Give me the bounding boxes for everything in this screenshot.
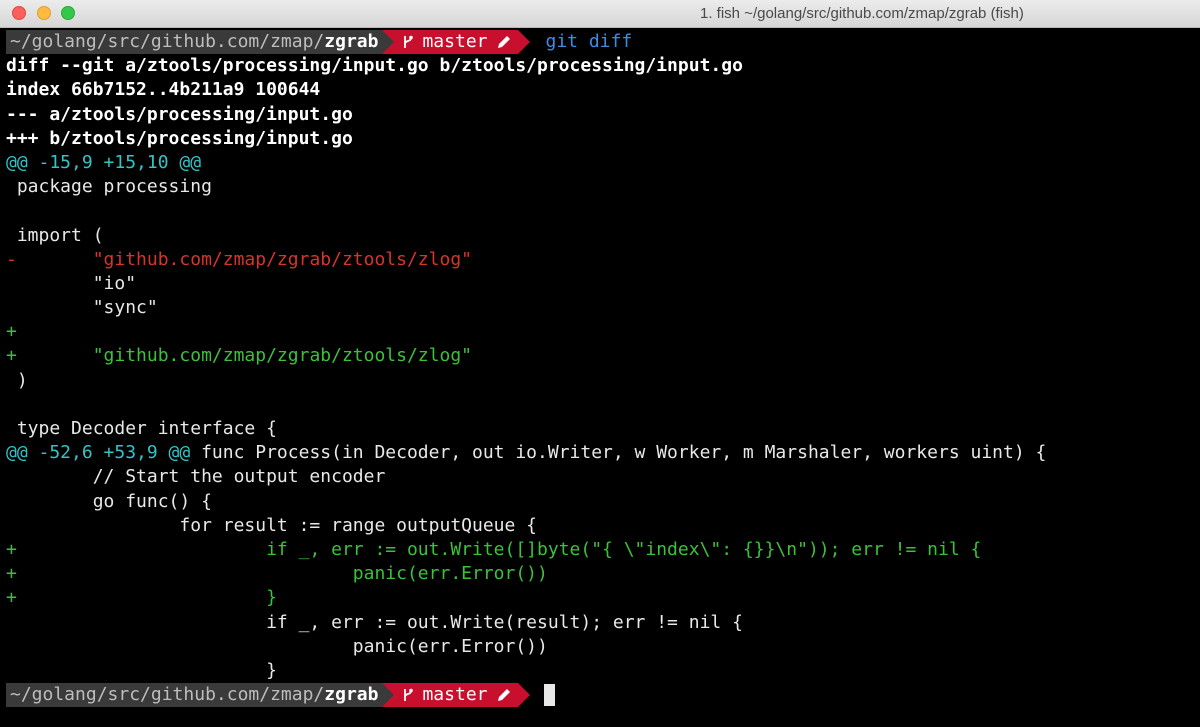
added-text: "github.com/zmap/zgrab/ztools/zlog" xyxy=(16,345,472,367)
diff-output: diff --git a/ztools/processing/input.go … xyxy=(6,54,1196,683)
context-text: // Start the output encoder xyxy=(6,466,386,488)
title-bar[interactable]: 1. fish ~/golang/src/github.com/zmap/zgr… xyxy=(0,0,1200,28)
context-text: panic(err.Error()) xyxy=(6,635,548,657)
removed-text: "github.com/zmap/zgrab/ztools/zlog" xyxy=(16,248,472,270)
git-branch-icon xyxy=(404,688,414,702)
git-branch-icon xyxy=(404,35,414,49)
path-prefix: ~/golang/src/github.com/zmap/ xyxy=(10,684,325,706)
prompt-path: ~/golang/src/github.com/zmap/zgrab xyxy=(6,30,383,55)
prompt-line: ~/golang/src/github.com/zmap/zgrab maste… xyxy=(6,683,1196,708)
diff-line-context xyxy=(6,199,1196,223)
current-dir: zgrab xyxy=(324,31,379,53)
diff-line-context: panic(err.Error()) xyxy=(6,635,1196,659)
diff-line-context: type Decoder interface { xyxy=(6,417,1196,441)
powerline-separator xyxy=(517,683,530,708)
terminal-cursor xyxy=(543,684,555,707)
diff-line-header: +++ b/ztools/processing/input.go xyxy=(6,127,1196,151)
context-text: } xyxy=(6,659,277,681)
added-text: panic(err.Error()) xyxy=(16,563,548,585)
diff-line-header: diff --git a/ztools/processing/input.go … xyxy=(6,54,1196,78)
added-marker: + xyxy=(6,538,17,560)
context-text: if _, err := out.Write(result); err != n… xyxy=(6,611,743,633)
diff-line-context: for result := range outputQueue { xyxy=(6,514,1196,538)
diff-line-added: + "github.com/zmap/zgrab/ztools/zlog" xyxy=(6,344,1196,368)
diff-line-added: + panic(err.Error()) xyxy=(6,562,1196,586)
powerline-separator xyxy=(382,30,395,55)
diff-line-added: + if _, err := out.Write([]byte("{ \"ind… xyxy=(6,538,1196,562)
diff-line-context: go func() { xyxy=(6,490,1196,514)
pencil-icon xyxy=(497,36,510,49)
added-text: if _, err := out.Write([]byte("{ \"index… xyxy=(16,538,982,560)
context-text: package processing xyxy=(6,176,212,198)
removed-marker: - xyxy=(6,248,17,270)
added-marker: + xyxy=(6,321,17,343)
current-dir: zgrab xyxy=(324,684,379,706)
branch-name: master xyxy=(422,31,488,53)
diff-line-context: "sync" xyxy=(6,296,1196,320)
diff-line-header: --- a/ztools/processing/input.go xyxy=(6,103,1196,127)
powerline-separator xyxy=(517,30,530,55)
terminal-output[interactable]: ~/golang/src/github.com/zmap/zgrab maste… xyxy=(6,30,1196,727)
diff-line-context: } xyxy=(6,659,1196,683)
added-marker: + xyxy=(6,587,17,609)
diff-line-context: package processing xyxy=(6,175,1196,199)
git-segment: master xyxy=(394,30,518,55)
context-text: go func() { xyxy=(6,490,212,512)
diff-line-context: "io" xyxy=(6,272,1196,296)
powerline-separator xyxy=(382,683,395,708)
diff-line-context: ) xyxy=(6,369,1196,393)
diff-line-added: + xyxy=(6,320,1196,344)
diff-line-context xyxy=(6,393,1196,417)
context-text: import ( xyxy=(6,224,104,246)
diff-header-text: --- a/ztools/processing/input.go xyxy=(6,103,353,125)
diff-header-text: diff --git a/ztools/processing/input.go … xyxy=(6,55,743,77)
branch-name: master xyxy=(422,684,488,706)
added-text: } xyxy=(16,587,277,609)
context-text: "io" xyxy=(6,272,137,294)
prompt-line: ~/golang/src/github.com/zmap/zgrab maste… xyxy=(6,30,1196,55)
context-text: type Decoder interface { xyxy=(6,418,277,439)
context-text: "sync" xyxy=(6,297,158,319)
added-marker: + xyxy=(6,563,17,585)
pencil-icon xyxy=(497,689,510,702)
diff-line-context: import ( xyxy=(6,224,1196,248)
diff-header-text: +++ b/ztools/processing/input.go xyxy=(6,127,353,149)
path-prefix: ~/golang/src/github.com/zmap/ xyxy=(10,31,325,53)
diff-header-text: index 66b7152..4b211a9 100644 xyxy=(6,79,321,101)
diff-line-hunk: @@ -52,6 +53,9 @@ func Process(in Decode… xyxy=(6,441,1196,465)
diff-line-added: + } xyxy=(6,586,1196,610)
diff-line-context: // Start the output encoder xyxy=(6,465,1196,489)
context-text: ) xyxy=(6,369,28,391)
command-text: git diff xyxy=(545,31,633,52)
context-text: for result := range outputQueue { xyxy=(6,514,538,536)
minimize-button[interactable] xyxy=(37,6,51,20)
window-title: 1. fish ~/golang/src/github.com/zmap/zgr… xyxy=(700,5,1024,22)
maximize-button[interactable] xyxy=(61,6,75,20)
diff-line-removed: - "github.com/zmap/zgrab/ztools/zlog" xyxy=(6,248,1196,272)
diff-line-hunk: @@ -15,9 +15,10 @@ xyxy=(6,151,1196,175)
hunk-header: @@ -15,9 +15,10 @@ xyxy=(6,151,202,173)
prompt-path: ~/golang/src/github.com/zmap/zgrab xyxy=(6,683,383,708)
hunk-header: @@ -52,6 +53,9 @@ xyxy=(6,442,191,464)
diff-line-context: if _, err := out.Write(result); err != n… xyxy=(6,611,1196,635)
diff-line-header: index 66b7152..4b211a9 100644 xyxy=(6,78,1196,102)
git-segment: master xyxy=(394,683,518,708)
close-button[interactable] xyxy=(12,6,26,20)
terminal-window: 1. fish ~/golang/src/github.com/zmap/zgr… xyxy=(0,0,1200,727)
added-marker: + xyxy=(6,345,17,367)
hunk-context: func Process(in Decoder, out io.Writer, … xyxy=(190,442,1047,464)
